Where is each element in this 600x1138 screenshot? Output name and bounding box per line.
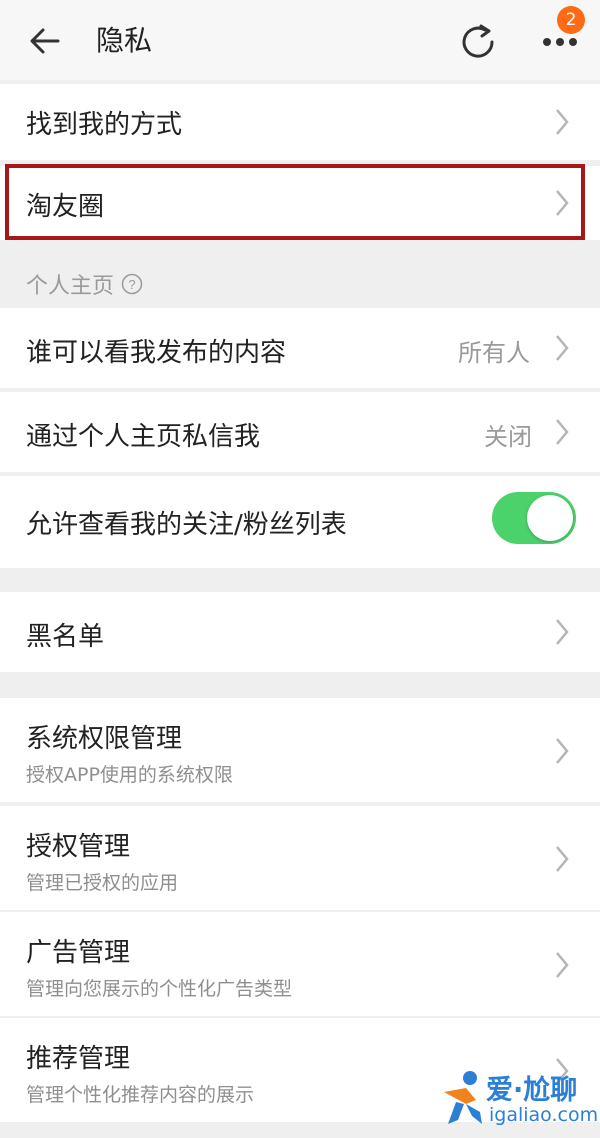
row-subtitle: 管理个性化推荐内容的展示 [26, 1084, 255, 1106]
row-label: 允许查看我的关注/粉丝列表 [26, 510, 347, 540]
row-label: 推荐管理 [26, 1044, 131, 1074]
row-label: 授权管理 [26, 832, 131, 862]
chevron-right-icon [556, 190, 569, 216]
row-value: 所有人 [458, 339, 530, 367]
row-label: 淘友圈 [26, 192, 105, 222]
row-subtitle: 授权APP使用的系统权限 [26, 764, 233, 786]
row-private-message[interactable]: 通过个人主页私信我 关闭 [0, 392, 600, 472]
chevron-right-icon [556, 738, 569, 764]
watermark: 爱·尬聊 igaliao.com [436, 1066, 599, 1132]
page-title: 隐私 [96, 24, 153, 57]
back-arrow-icon[interactable] [28, 24, 62, 58]
row-label: 通过个人主页私信我 [26, 422, 261, 452]
row-value: 关闭 [484, 423, 532, 451]
chevron-right-icon [556, 335, 569, 361]
watermark-brand: 爱·尬聊 [486, 1075, 578, 1106]
row-label: 找到我的方式 [26, 110, 183, 140]
row-subtitle: 管理已授权的应用 [26, 872, 179, 894]
row-label: 谁可以看我发布的内容 [26, 338, 287, 368]
chevron-right-icon [556, 846, 569, 872]
section-header-personal-home: 个人主页 [26, 274, 115, 299]
svg-text:?: ? [128, 277, 135, 292]
row-label: 黑名单 [26, 622, 105, 652]
refresh-icon[interactable] [459, 23, 499, 61]
toggle-knob [527, 495, 573, 541]
top-bar: 隐私 2 [0, 0, 600, 80]
row-taoyouquan[interactable]: 淘友圈 [0, 166, 600, 240]
row-find-me[interactable]: 找到我的方式 [0, 84, 600, 160]
row-subtitle: 管理向您展示的个性化广告类型 [26, 978, 293, 1000]
chevron-right-icon [556, 952, 569, 978]
chevron-right-icon [556, 419, 569, 445]
runner-logo-icon [444, 1071, 482, 1124]
more-icon[interactable] [540, 36, 580, 48]
row-authorization[interactable]: 授权管理 管理已授权的应用 [0, 806, 600, 910]
row-view-posts[interactable]: 谁可以看我发布的内容 所有人 [0, 308, 600, 388]
row-ad-management[interactable]: 广告管理 管理向您展示的个性化广告类型 [0, 912, 600, 1016]
row-system-permissions[interactable]: 系统权限管理 授权APP使用的系统权限 [0, 698, 600, 802]
row-label: 系统权限管理 [26, 724, 183, 754]
chevron-right-icon [556, 109, 569, 135]
row-blacklist[interactable]: 黑名单 [0, 592, 600, 672]
watermark-url: igaliao.com [489, 1104, 599, 1126]
follow-list-toggle[interactable] [492, 492, 576, 544]
chevron-right-icon [556, 619, 569, 645]
help-icon[interactable]: ? [121, 273, 143, 295]
notification-badge: 2 [557, 6, 585, 34]
row-label: 广告管理 [26, 938, 131, 968]
